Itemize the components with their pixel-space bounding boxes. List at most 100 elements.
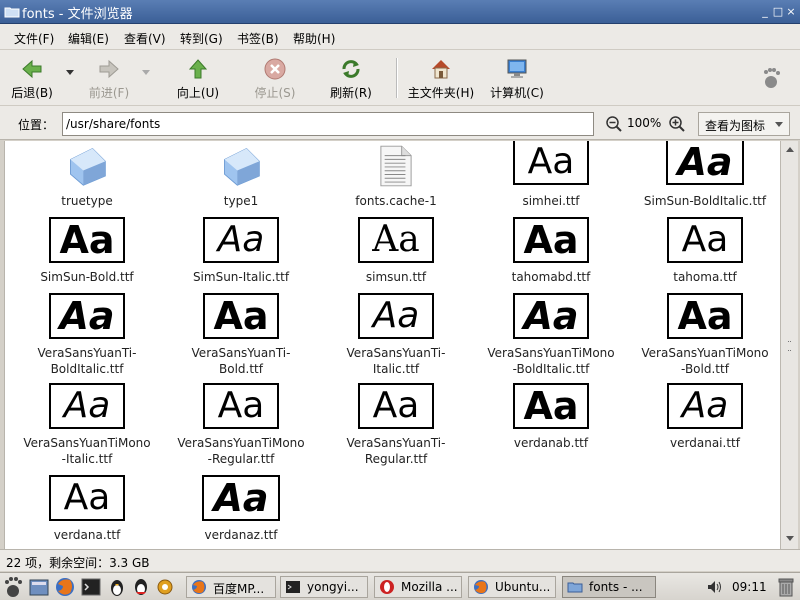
stop-button[interactable]: 停止(S) bbox=[248, 54, 302, 102]
view-mode-select[interactable]: 查看为图标 bbox=[698, 112, 790, 136]
status-bar: 22 项，剩余空间：3.3 GB bbox=[0, 549, 800, 571]
back-arrow-icon bbox=[22, 59, 42, 79]
font-preview-thumbnail: Aa bbox=[667, 293, 743, 339]
file-item[interactable]: Aa VeraSansYuanTi- BoldItalic.ttf bbox=[11, 293, 163, 383]
clock[interactable]: 09:11 bbox=[732, 580, 767, 594]
task-baidu[interactable]: 百度MP... bbox=[186, 576, 276, 598]
file-name-line: VeraSansYuanTi- bbox=[346, 346, 446, 360]
file-name: VeraSansYuanTiMono -BoldItalic.ttf bbox=[475, 345, 627, 377]
menu-bookmarks[interactable]: 书签(B) bbox=[237, 30, 279, 47]
font-preview-text: Aa bbox=[372, 295, 420, 336]
task-mozilla[interactable]: Mozilla ... bbox=[374, 576, 462, 598]
zoom-level[interactable]: 100% bbox=[627, 116, 661, 130]
file-name-line: VeraSansYuanTi- bbox=[346, 436, 446, 450]
file-name: VeraSansYuanTiMono -Regular.ttf bbox=[165, 435, 317, 467]
file-name: truetype bbox=[61, 194, 113, 208]
file-name-line: Bold.ttf bbox=[219, 362, 263, 376]
file-item[interactable]: Aa VeraSansYuanTiMono -Italic.ttf bbox=[11, 383, 163, 473]
zoom-in-icon[interactable] bbox=[668, 115, 686, 133]
file-manager-launcher-icon[interactable] bbox=[28, 576, 50, 598]
file-name: SimSun-Italic.ttf bbox=[192, 270, 290, 284]
text-file-icon bbox=[380, 145, 412, 187]
title-bar[interactable]: fonts - 文件浏览器 _ □ × bbox=[0, 0, 800, 24]
file-item[interactable]: Aa VeraSansYuanTi- Bold.ttf bbox=[165, 293, 317, 383]
file-name-line: BoldItalic.ttf bbox=[50, 362, 124, 376]
reload-button[interactable]: 刷新(R) bbox=[324, 54, 378, 102]
menu-go[interactable]: 转到(G) bbox=[180, 30, 223, 47]
folder-icon bbox=[567, 582, 583, 593]
file-name: simhei.ttf bbox=[522, 194, 580, 208]
font-preview-thumbnail: Aa bbox=[513, 141, 589, 185]
settings-launcher-icon[interactable] bbox=[154, 576, 176, 598]
file-item[interactable]: Aa VeraSansYuanTiMono -Bold.ttf bbox=[629, 293, 780, 383]
menu-edit[interactable]: 编辑(E) bbox=[68, 30, 109, 47]
forward-button[interactable]: 前进(F) bbox=[80, 54, 138, 102]
file-name: VeraSansYuanTi- Regular.ttf bbox=[320, 435, 472, 467]
file-name: verdanai.ttf bbox=[670, 436, 740, 450]
menu-help[interactable]: 帮助(H) bbox=[293, 30, 335, 47]
file-name: type1 bbox=[223, 194, 259, 208]
file-item[interactable]: Aa VeraSansYuanTiMono -Regular.ttf bbox=[165, 383, 317, 473]
file-name-line: Italic.ttf bbox=[372, 362, 420, 376]
location-bar: 位置： /usr/share/fonts 100% 查看为图标 bbox=[0, 106, 800, 140]
window-folder-icon bbox=[4, 7, 20, 18]
tux-launcher-icon[interactable] bbox=[106, 576, 128, 598]
task-fonts[interactable]: fonts - ... bbox=[562, 576, 656, 598]
volume-icon[interactable] bbox=[706, 578, 724, 596]
up-button[interactable]: 向上(U) bbox=[170, 54, 226, 102]
font-preview-text: Aa bbox=[523, 218, 579, 262]
file-name-line: Regular.ttf bbox=[364, 452, 428, 466]
zoom-out-icon[interactable] bbox=[605, 115, 623, 133]
file-name: VeraSansYuanTi- Bold.ttf bbox=[165, 345, 317, 377]
gnome-menu-icon[interactable] bbox=[2, 576, 24, 598]
location-input[interactable]: /usr/share/fonts bbox=[62, 112, 594, 136]
firefox-launcher-icon[interactable] bbox=[54, 576, 76, 598]
menu-view[interactable]: 查看(V) bbox=[124, 30, 166, 47]
task-label: Ubuntu... bbox=[495, 580, 551, 594]
file-item[interactable]: Aa VeraSansYuanTiMono -BoldItalic.ttf bbox=[475, 293, 627, 383]
trash-icon[interactable] bbox=[775, 576, 797, 598]
scrollbar-grip[interactable] bbox=[788, 341, 791, 351]
task-terminal[interactable]: yongyi... bbox=[280, 576, 368, 598]
gnome-foot-icon bbox=[764, 68, 780, 88]
firefox-icon bbox=[474, 580, 488, 594]
file-name-line: -Regular.ttf bbox=[207, 452, 275, 466]
file-item[interactable]: Aa VeraSansYuanTi- Italic.ttf bbox=[320, 293, 472, 383]
menu-file[interactable]: 文件(F) bbox=[14, 30, 54, 47]
back-history-dropdown[interactable] bbox=[66, 70, 74, 75]
taskbar: 百度MP... yongyi... Mozilla ... Ubuntu... … bbox=[0, 572, 800, 600]
home-button[interactable]: 主文件夹(H) bbox=[404, 54, 478, 102]
terminal-icon bbox=[286, 581, 300, 593]
font-preview-text: Aa bbox=[213, 294, 269, 338]
up-arrow-icon bbox=[188, 59, 208, 79]
file-item[interactable]: Aa verdanab.ttf bbox=[475, 383, 627, 473]
back-button[interactable]: 后退(B) bbox=[6, 54, 58, 102]
terminal-launcher-icon[interactable] bbox=[80, 576, 102, 598]
reload-label: 刷新(R) bbox=[330, 86, 372, 100]
up-label: 向上(U) bbox=[176, 86, 220, 100]
minimize-button[interactable]: _ bbox=[758, 5, 772, 19]
scroll-up-arrow[interactable] bbox=[786, 147, 794, 152]
file-item[interactable]: Aa verdanai.ttf bbox=[629, 383, 780, 473]
font-preview-thumbnail: Aa bbox=[667, 383, 743, 429]
file-item[interactable]: Aa verdanaz.ttf bbox=[165, 475, 317, 549]
file-name-line: VeraSansYuanTiMono bbox=[177, 436, 305, 450]
file-icon-view[interactable]: truetype type1 fonts.cache-1 Aa simhei.ttf Aa… bbox=[4, 141, 780, 549]
forward-arrow-icon bbox=[99, 59, 119, 79]
file-name-line: VeraSansYuanTiMono bbox=[23, 436, 151, 450]
close-button[interactable]: × bbox=[784, 5, 798, 19]
file-item[interactable]: Aa verdana.ttf bbox=[11, 475, 163, 549]
forward-history-dropdown[interactable] bbox=[142, 70, 150, 75]
font-preview-thumbnail: Aa bbox=[513, 293, 589, 339]
font-preview-text: Aa bbox=[527, 141, 575, 182]
file-name: tahoma.ttf bbox=[673, 270, 737, 284]
task-ubuntu[interactable]: Ubuntu... bbox=[468, 576, 556, 598]
vertical-scrollbar[interactable] bbox=[780, 141, 798, 549]
file-name: fonts.cache-1 bbox=[355, 194, 437, 208]
computer-button[interactable]: 计算机(C) bbox=[486, 54, 548, 102]
qq-launcher-icon[interactable] bbox=[130, 576, 152, 598]
file-item[interactable]: Aa VeraSansYuanTi- Regular.ttf bbox=[320, 383, 472, 473]
maximize-button[interactable]: □ bbox=[771, 5, 785, 19]
file-name: VeraSansYuanTiMono -Bold.ttf bbox=[629, 345, 780, 377]
scroll-down-arrow[interactable] bbox=[786, 536, 794, 541]
